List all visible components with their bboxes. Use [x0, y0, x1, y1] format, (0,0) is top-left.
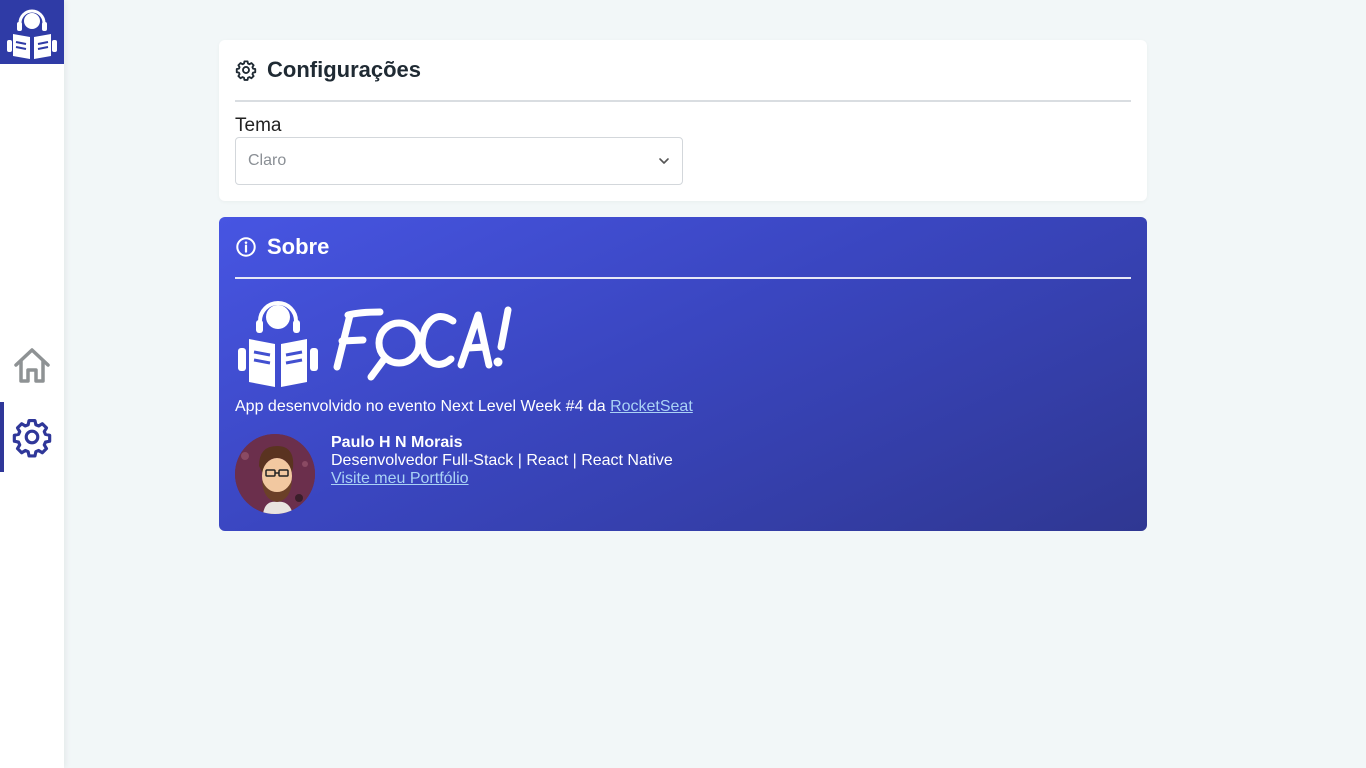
reader-headphones-icon: [7, 9, 57, 59]
avatar: [235, 434, 315, 514]
divider: [235, 100, 1131, 102]
rocketseat-link[interactable]: RocketSeat: [610, 398, 693, 415]
gear-icon: [12, 418, 52, 458]
developer-info: Paulo H N Morais Desenvolvedor Full-Stac…: [331, 434, 673, 488]
about-header: Sobre: [235, 233, 329, 261]
divider: [235, 277, 1131, 279]
app-logo[interactable]: [0, 0, 64, 64]
chevron-down-icon: [659, 158, 669, 164]
gear-icon: [235, 60, 257, 81]
about-description: App desenvolvido no evento Next Level We…: [235, 398, 693, 416]
settings-title: Configurações: [267, 57, 422, 82]
about-description-text: App desenvolvido no evento Next Level We…: [235, 398, 611, 415]
foca-logo: [238, 301, 512, 387]
about-title: Sobre: [267, 234, 330, 259]
developer-portrait: [235, 434, 315, 514]
sidebar-item-home[interactable]: [0, 330, 64, 400]
home-icon: [14, 348, 50, 383]
theme-select-value: Claro: [248, 152, 287, 169]
active-indicator: [0, 402, 4, 472]
developer-role: Desenvolvedor Full-Stack | React | React…: [331, 452, 673, 469]
settings-card: Configurações Tema Claro: [219, 40, 1147, 201]
theme-select[interactable]: Claro: [235, 137, 683, 185]
settings-header: Configurações: [235, 56, 421, 84]
developer-name: Paulo H N Morais: [331, 434, 463, 451]
about-card: Sobre App desenvolvido no evento Next Le…: [219, 217, 1147, 531]
theme-label: Tema: [235, 115, 282, 136]
info-icon: [236, 237, 256, 257]
portfolio-link[interactable]: Visite meu Portfólio: [331, 470, 469, 487]
sidebar-item-settings[interactable]: [0, 402, 64, 472]
sidebar: [0, 0, 64, 768]
